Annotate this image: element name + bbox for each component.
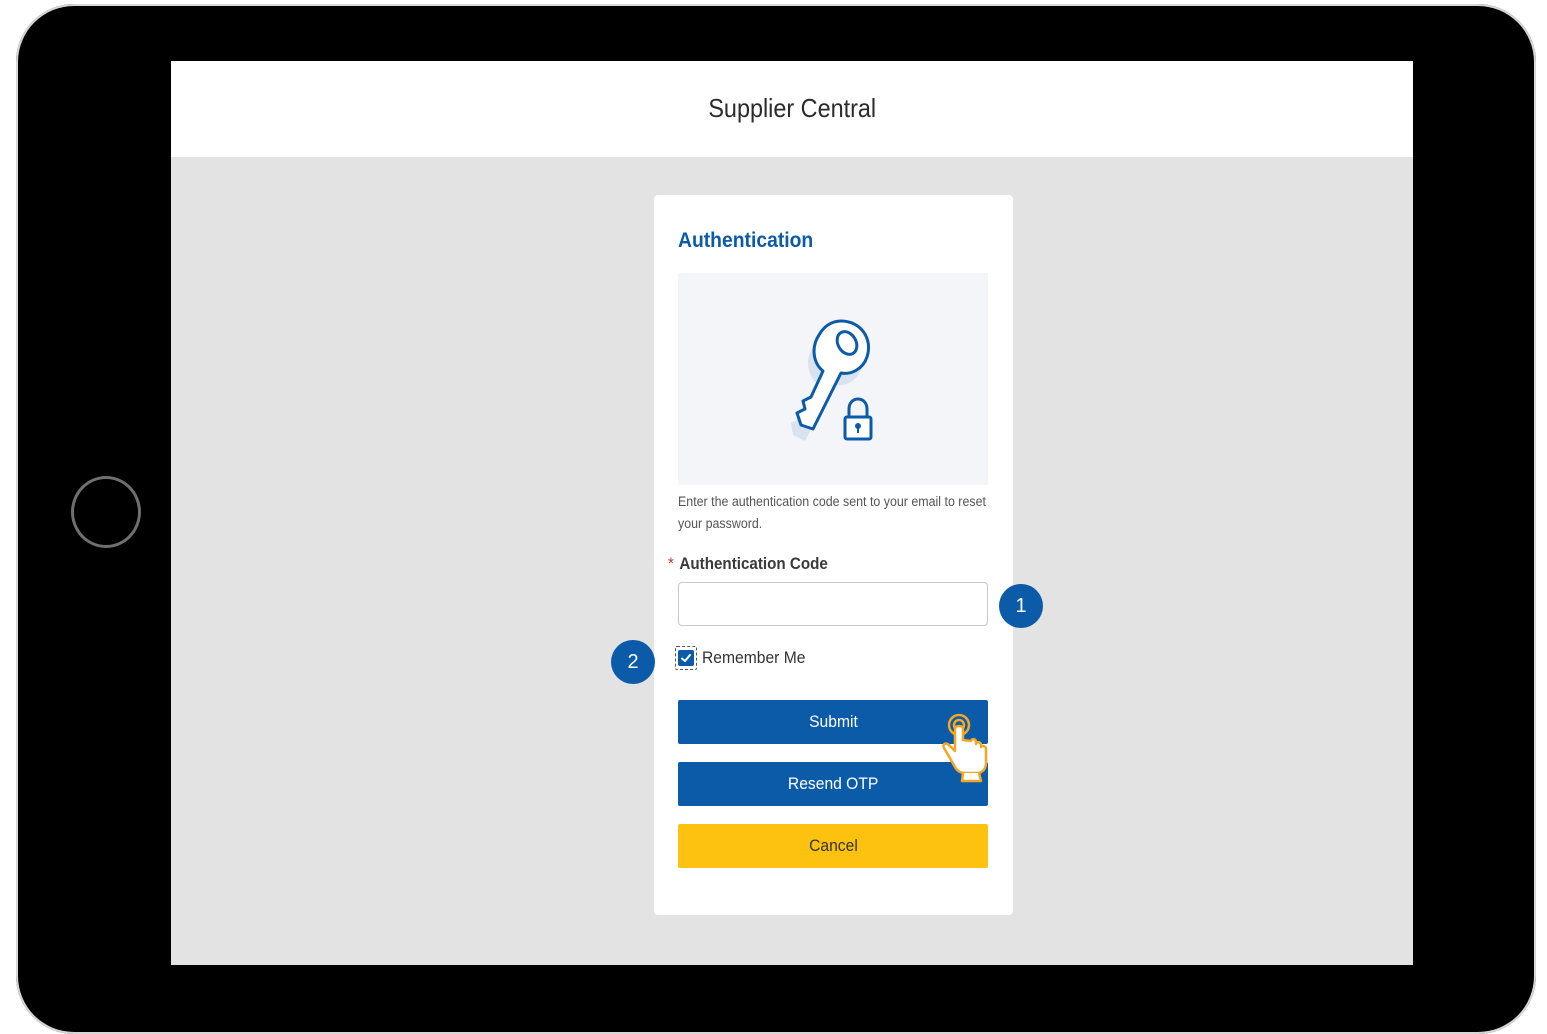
required-marker: *	[668, 555, 674, 573]
cancel-button-label: Cancel	[808, 836, 858, 855]
app-title: Supplier Central	[708, 92, 876, 123]
authentication-code-label: * Authentication Code	[668, 555, 828, 574]
card-title: Authentication	[678, 229, 814, 252]
submit-button-label: Submit	[808, 712, 858, 731]
remember-me-row[interactable]: Remember Me	[675, 646, 814, 670]
key-lock-illustration	[678, 273, 988, 485]
remember-me-label: Remember Me	[702, 648, 806, 667]
key-lock-icon	[791, 319, 873, 441]
tablet-frame: Supplier Central Authentication Enter th…	[16, 4, 1536, 1034]
hand-pointer-icon	[942, 713, 988, 783]
instruction-text: Enter the authentication code sent to yo…	[678, 494, 986, 531]
tablet-home-button	[71, 476, 141, 548]
checkmark-icon	[681, 654, 691, 662]
authentication-card: Authentication Enter the authentication	[654, 195, 1013, 915]
top-bar: Supplier Central	[171, 61, 1413, 157]
resend-otp-button-label: Resend OTP	[787, 774, 879, 793]
remember-me-checkbox-focus[interactable]	[675, 646, 697, 670]
step-callout-1: 1	[999, 584, 1043, 628]
step-callout-2: 2	[611, 640, 655, 684]
app-screen: Supplier Central Authentication Enter th…	[171, 61, 1413, 965]
remember-me-checkbox[interactable]	[678, 650, 694, 666]
authentication-code-input[interactable]	[678, 582, 988, 626]
authentication-code-label-text: Authentication Code	[679, 555, 828, 573]
cancel-button[interactable]: Cancel	[678, 824, 988, 868]
